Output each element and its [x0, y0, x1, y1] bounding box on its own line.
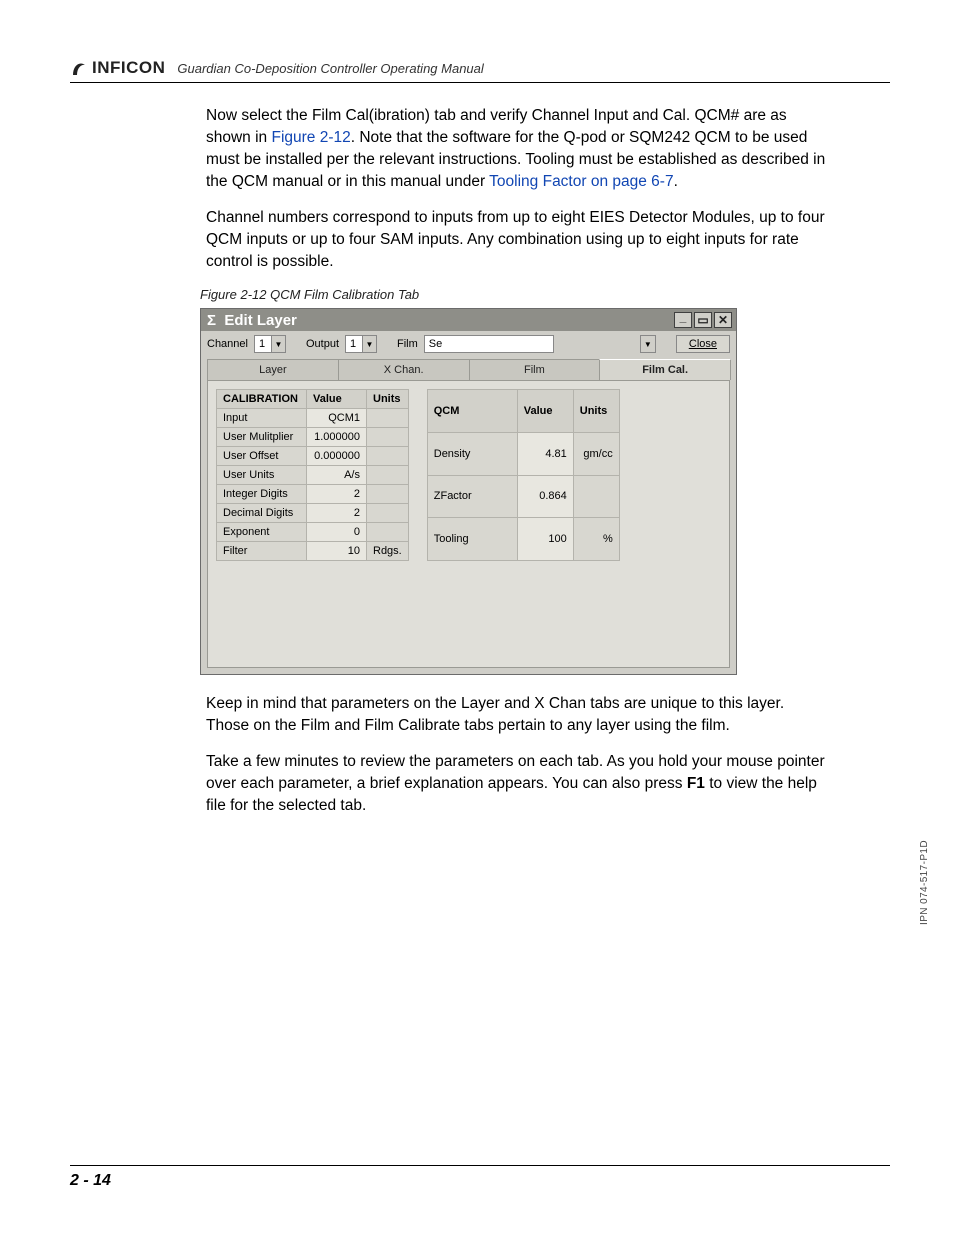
dialog-toolbar: Channel 1 ▼ Output 1 ▼ Film Se ▼ Close: [201, 331, 736, 357]
titlebar: Σ Edit Layer _ ▭ ✕: [201, 309, 736, 331]
page-header: INFICON Guardian Co-Deposition Controlle…: [70, 58, 890, 83]
maximize-button[interactable]: ▭: [694, 312, 712, 328]
table-row: User Mulitplier1.000000: [217, 428, 409, 447]
page-number: 2 - 14: [70, 1165, 890, 1190]
titlebar-sigma: Σ: [207, 312, 216, 329]
paragraph-2: Channel numbers correspond to inputs fro…: [206, 207, 826, 273]
col-units: Units: [367, 390, 409, 409]
ipn-code: IPN 074-517-P1D: [919, 840, 930, 925]
tab-layer[interactable]: Layer: [207, 359, 339, 380]
close-button[interactable]: Close: [676, 335, 730, 353]
table-row: Tooling100%: [427, 518, 619, 561]
table-row: Density4.81gm/cc: [427, 432, 619, 475]
table-row: User UnitsA/s: [217, 466, 409, 485]
table-row: Decimal Digits2: [217, 504, 409, 523]
col-value: Value: [307, 390, 367, 409]
paragraph-4: Take a few minutes to review the paramet…: [206, 751, 826, 817]
film-input[interactable]: Se: [424, 335, 554, 353]
table-row: Filter10Rdgs.: [217, 542, 409, 561]
link-figure-2-12[interactable]: Figure 2-12: [271, 129, 350, 146]
tab-film-cal[interactable]: Film Cal.: [599, 359, 731, 380]
brand-logo: INFICON: [70, 58, 165, 78]
edit-layer-dialog: Σ Edit Layer _ ▭ ✕ Channel 1 ▼ Output 1 …: [200, 308, 737, 675]
chevron-down-icon: ▼: [641, 336, 655, 352]
table-row: Exponent0: [217, 523, 409, 542]
tab-strip: Layer X Chan. Film Film Cal.: [201, 357, 736, 380]
qcm-table: QCM Value Units Density4.81gm/cc ZFactor…: [427, 389, 620, 561]
table-row: ZFactor0.864: [427, 475, 619, 518]
table-row: InputQCM1: [217, 409, 409, 428]
tab-body: CALIBRATION Value Units InputQCM1 User M…: [207, 380, 730, 668]
channel-label: Channel: [207, 338, 248, 350]
col-value: Value: [517, 390, 573, 433]
paragraph-3: Keep in mind that parameters on the Laye…: [206, 693, 826, 737]
table-row: User Offset0.000000: [217, 447, 409, 466]
output-label: Output: [306, 338, 339, 350]
tab-x-chan[interactable]: X Chan.: [338, 359, 470, 380]
output-combo[interactable]: 1 ▼: [345, 335, 377, 353]
chevron-down-icon: ▼: [362, 336, 376, 352]
calibration-table: CALIBRATION Value Units InputQCM1 User M…: [216, 389, 409, 561]
f1-key: F1: [687, 775, 705, 792]
paragraph-1: Now select the Film Cal(ibration) tab an…: [206, 105, 826, 193]
figure-caption: Figure 2-12 QCM Film Calibration Tab: [200, 287, 890, 302]
manual-title: Guardian Co-Deposition Controller Operat…: [177, 61, 483, 76]
col-calibration: CALIBRATION: [217, 390, 307, 409]
col-units: Units: [573, 390, 619, 433]
link-tooling-factor[interactable]: Tooling Factor on page 6-7: [489, 173, 673, 190]
tab-film[interactable]: Film: [469, 359, 601, 380]
close-window-button[interactable]: ✕: [714, 312, 732, 328]
brand-text: INFICON: [92, 58, 165, 78]
channel-combo[interactable]: 1 ▼: [254, 335, 286, 353]
film-dropdown[interactable]: ▼: [640, 335, 656, 353]
table-row: Integer Digits2: [217, 485, 409, 504]
minimize-button[interactable]: _: [674, 312, 692, 328]
film-label: Film: [397, 338, 418, 350]
inficon-icon: [70, 59, 88, 77]
col-qcm: QCM: [427, 390, 517, 433]
chevron-down-icon: ▼: [271, 336, 285, 352]
titlebar-title: Edit Layer: [224, 312, 297, 329]
